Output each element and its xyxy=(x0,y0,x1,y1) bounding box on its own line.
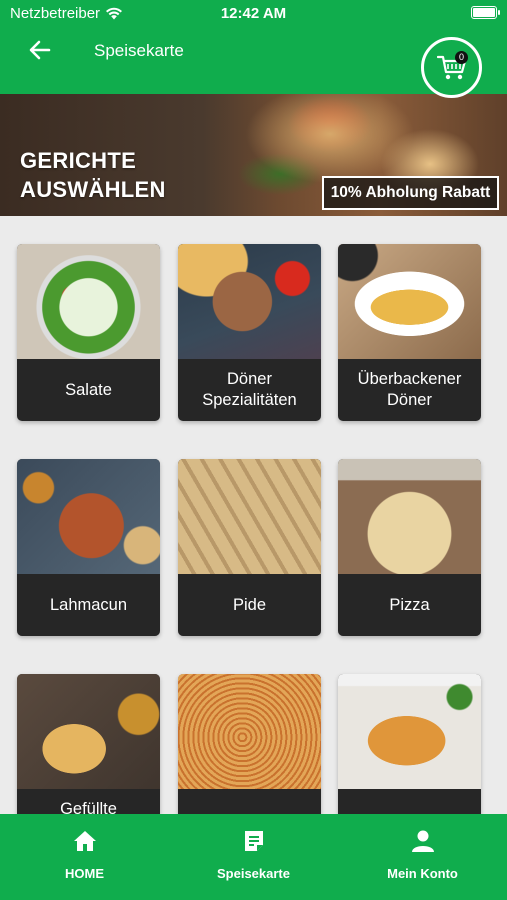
nav-item-home[interactable]: HOME xyxy=(0,814,169,900)
category-image xyxy=(338,244,481,359)
category-label: Überbackener Döner xyxy=(357,370,462,409)
nav-label: Speisekarte xyxy=(217,866,290,881)
category-card-doener[interactable]: Döner Spezialitäten xyxy=(178,244,321,421)
nav-item-mein-konto[interactable]: Mein Konto xyxy=(338,814,507,900)
cart-count-badge: 0 xyxy=(455,51,468,64)
category-label xyxy=(178,789,321,814)
discount-badge: 10% Abholung Rabatt xyxy=(322,176,499,210)
category-card-pide[interactable]: Pide xyxy=(178,459,321,636)
category-image xyxy=(338,674,481,789)
category-card-salate[interactable]: Salate xyxy=(17,244,160,421)
menu-document-icon xyxy=(244,831,263,851)
banner-title-line-1: GERICHTE xyxy=(20,148,137,173)
user-icon xyxy=(411,830,434,852)
category-card-ueberbackener-doener[interactable]: Überbackener Döner xyxy=(338,244,481,421)
status-bar: Netzbetreiber 12:42 AM xyxy=(0,0,507,28)
category-label: Pide xyxy=(232,595,267,614)
category-card-pasta[interactable] xyxy=(178,674,321,814)
battery-icon xyxy=(471,6,500,19)
promo-banner: GERICHTE AUSWÄHLEN 10% Abholung Rabatt xyxy=(0,94,507,216)
home-icon xyxy=(73,831,96,851)
category-card-schnitzel[interactable] xyxy=(338,674,481,814)
back-button[interactable] xyxy=(26,36,54,64)
category-image xyxy=(178,459,321,574)
category-label: Pizza xyxy=(389,595,430,614)
category-card-lahmacun[interactable]: Lahmacun xyxy=(17,459,160,636)
category-card-gefuellte[interactable]: Gefüllte xyxy=(17,674,160,814)
category-image xyxy=(178,674,321,789)
category-image xyxy=(17,674,160,789)
category-image xyxy=(178,244,321,359)
banner-title-line-2: AUSWÄHLEN xyxy=(20,177,166,202)
bottom-navigation: HOME Speisekarte Mein Konto xyxy=(0,814,507,900)
category-label xyxy=(338,789,481,814)
app-screen: Netzbetreiber 12:42 AM Speisekarte 0 GER… xyxy=(0,0,507,900)
nav-item-speisekarte[interactable]: Speisekarte xyxy=(169,814,338,900)
category-label: Lahmacun xyxy=(49,595,128,614)
category-card-pizza[interactable]: Pizza xyxy=(338,459,481,636)
nav-label: Mein Konto xyxy=(387,866,458,881)
cart-button[interactable]: 0 xyxy=(421,37,482,98)
category-image xyxy=(338,459,481,574)
nav-label: HOME xyxy=(65,866,104,881)
page-title: Speisekarte xyxy=(94,41,184,60)
category-image xyxy=(17,459,160,574)
arrow-left-icon xyxy=(29,40,51,60)
banner-title: GERICHTE AUSWÄHLEN xyxy=(20,146,166,204)
category-label: Salate xyxy=(65,380,112,399)
category-image xyxy=(17,244,160,359)
category-grid: Salate Döner Spezialitäten Überbackener … xyxy=(0,216,507,814)
category-label: Döner Spezialitäten xyxy=(202,370,297,409)
clock: 12:42 AM xyxy=(220,5,287,22)
category-label: Gefüllte xyxy=(60,800,117,814)
